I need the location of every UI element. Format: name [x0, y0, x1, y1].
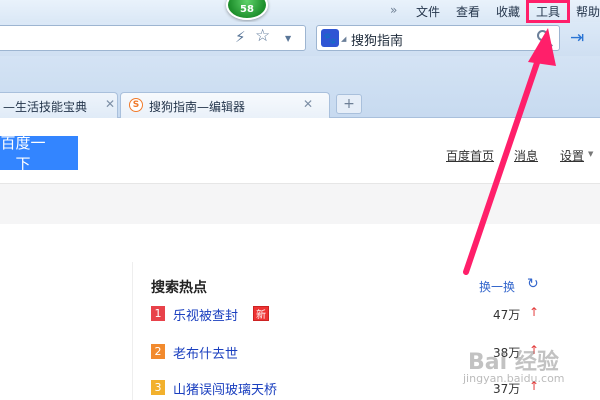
- rank-badge: 2: [151, 344, 165, 359]
- page-header: 百度一下 百度首页 消息 设置 ▼: [0, 118, 600, 184]
- menu-overflow-chevron-icon[interactable]: »: [390, 3, 397, 17]
- baidu-search-button[interactable]: 百度一下: [0, 134, 78, 173]
- search-icon[interactable]: [537, 30, 548, 41]
- settings-link[interactable]: 设置: [560, 147, 584, 164]
- hot-search-title: 搜索热点: [151, 280, 207, 296]
- sogou-icon: S: [129, 98, 143, 112]
- close-icon[interactable]: ✕: [303, 97, 313, 111]
- speed-badge-count: 58: [240, 4, 254, 15]
- tab-sogou-editor[interactable]: S 搜狗指南—编辑器 ✕: [120, 92, 330, 118]
- dropdown-icon[interactable]: ▼: [285, 34, 291, 43]
- new-tab-button[interactable]: +: [336, 94, 362, 114]
- star-icon[interactable]: ☆: [255, 26, 270, 46]
- tab-strip: —生活技能宝典 ✕ S 搜狗指南—编辑器 ✕ +: [0, 56, 600, 118]
- new-badge: 新: [253, 306, 269, 321]
- rank-badge: 1: [151, 306, 165, 321]
- address-bar[interactable]: ⚡ ☆ ▼: [0, 25, 306, 51]
- rank-badge: 3: [151, 380, 165, 395]
- content-divider-band: [0, 184, 600, 224]
- tab-label: —生活技能宝典: [3, 100, 88, 114]
- browser-window: » 文件 查看 收藏 工具 帮助 58 ⚡ ☆ ▼ 🐾 ◢ 搜狗指南 ⇥ —生活…: [0, 0, 600, 400]
- tab-label: 搜狗指南—编辑器: [149, 100, 246, 114]
- baidu-home-link[interactable]: 百度首页: [446, 147, 494, 164]
- paw-icon[interactable]: 🐾: [321, 29, 339, 47]
- navigation-row: ⚡ ☆ ▼ 🐾 ◢ 搜狗指南 ⇥: [0, 22, 600, 56]
- watermark-url: jingyan.baidu.com: [463, 372, 565, 385]
- tab-life-skills[interactable]: —生活技能宝典 ✕: [0, 92, 118, 118]
- menu-bar: » 文件 查看 收藏 工具 帮助: [0, 0, 600, 22]
- list-item[interactable]: 1 乐视被查封 新 47万 ↑: [151, 304, 551, 326]
- menu-view[interactable]: 查看: [456, 3, 480, 20]
- refresh-icon[interactable]: ↻: [527, 276, 539, 292]
- refresh-link[interactable]: 换一换: [479, 278, 515, 295]
- messages-link[interactable]: 消息: [514, 147, 538, 164]
- hot-search-link[interactable]: 山猪误闯玻璃天桥: [173, 379, 277, 398]
- menu-help[interactable]: 帮助: [576, 3, 600, 20]
- search-input[interactable]: 搜狗指南: [351, 30, 403, 49]
- menu-favorites[interactable]: 收藏: [496, 3, 520, 20]
- search-bar[interactable]: 🐾 ◢ 搜狗指南: [316, 25, 560, 51]
- lightning-icon[interactable]: ⚡: [235, 28, 246, 46]
- close-icon[interactable]: ✕: [105, 97, 115, 111]
- annotation-highlight-box: [526, 0, 570, 23]
- hot-search-link[interactable]: 老布什去世: [173, 343, 238, 362]
- hot-search-link[interactable]: 乐视被查封: [173, 305, 238, 324]
- trend-up-icon: ↑: [529, 305, 540, 319]
- chevron-down-icon: ▼: [588, 150, 594, 158]
- engine-dropdown-icon[interactable]: ◢: [341, 35, 346, 43]
- menu-file[interactable]: 文件: [416, 3, 440, 20]
- login-icon[interactable]: ⇥: [570, 28, 584, 48]
- search-count: 47万: [493, 308, 521, 322]
